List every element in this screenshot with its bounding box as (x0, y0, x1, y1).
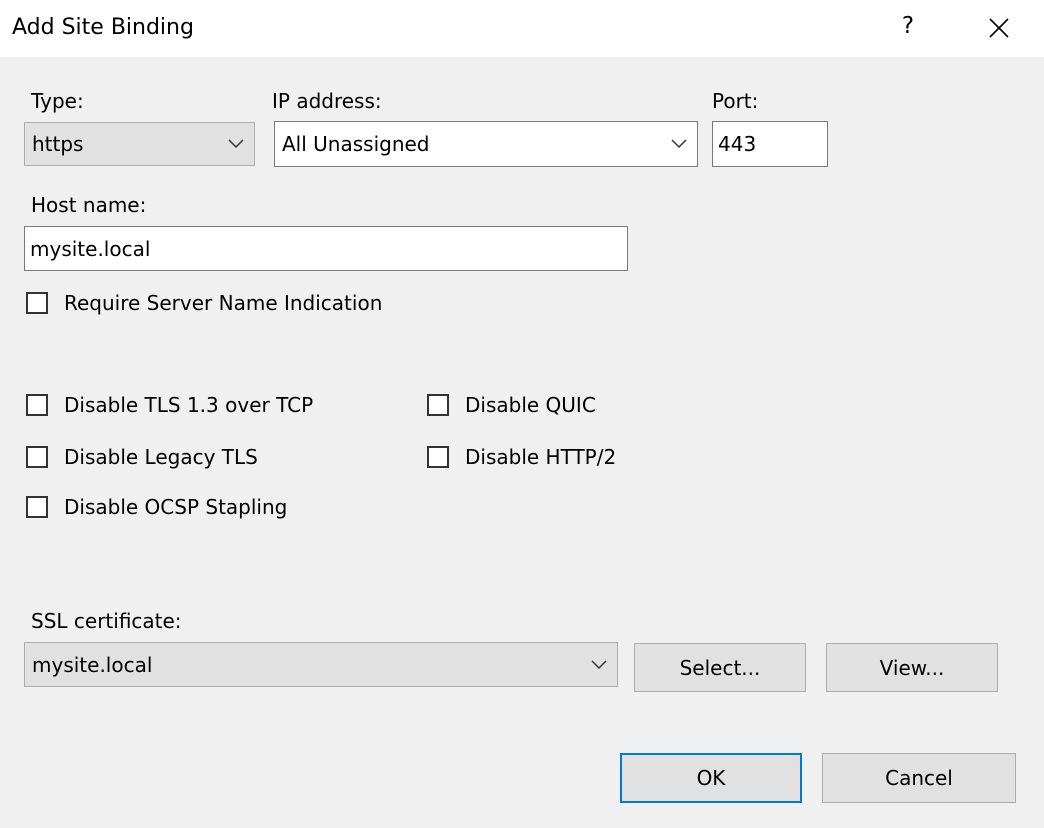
checkbox-box[interactable] (427, 394, 449, 416)
checkbox-box[interactable] (26, 446, 48, 468)
view-certificate-button[interactable]: View... (826, 643, 998, 692)
port-value: 443 (718, 132, 757, 156)
help-button[interactable]: ? (884, 6, 932, 50)
host-name-input[interactable]: mysite.local (24, 226, 628, 271)
require-sni-label: Require Server Name Indication (64, 291, 383, 315)
title-bar: Add Site Binding ? (0, 0, 1044, 57)
checkbox-box[interactable] (26, 496, 48, 518)
disable-tls13-label: Disable TLS 1.3 over TCP (64, 393, 314, 417)
ok-button[interactable]: OK (620, 753, 802, 803)
disable-ocsp-stapling-label: Disable OCSP Stapling (64, 495, 288, 519)
dialog-title: Add Site Binding (12, 15, 194, 40)
port-input[interactable]: 443 (712, 121, 828, 167)
disable-http2-label: Disable HTTP/2 (465, 445, 617, 469)
close-button[interactable] (975, 6, 1023, 50)
type-dropdown[interactable]: https (24, 122, 255, 166)
ssl-certificate-value: mysite.local (32, 652, 153, 677)
chevron-down-icon (228, 139, 244, 149)
disable-quic-label: Disable QUIC (465, 393, 596, 417)
disable-legacy-tls-label: Disable Legacy TLS (64, 445, 258, 469)
checkbox-box[interactable] (427, 446, 449, 468)
checkbox-box[interactable] (26, 394, 48, 416)
ip-address-label: IP address: (272, 89, 382, 113)
view-certificate-label: View... (879, 655, 945, 680)
select-certificate-label: Select... (679, 655, 761, 680)
host-name-label: Host name: (31, 193, 147, 217)
cancel-button[interactable]: Cancel (822, 753, 1016, 803)
chevron-down-icon (671, 139, 687, 149)
select-certificate-button[interactable]: Select... (634, 643, 806, 692)
chevron-down-icon (591, 659, 607, 669)
checkbox-box[interactable] (26, 292, 48, 314)
port-label: Port: (712, 89, 759, 113)
type-value: https (32, 132, 84, 156)
close-icon (989, 18, 1009, 38)
ip-address-value: All Unassigned (282, 132, 430, 156)
cancel-label: Cancel (885, 766, 953, 790)
type-label: Type: (31, 89, 84, 113)
ip-address-dropdown[interactable]: All Unassigned (274, 121, 698, 167)
ssl-certificate-dropdown[interactable]: mysite.local (24, 642, 618, 687)
ok-label: OK (696, 766, 726, 790)
ssl-certificate-label: SSL certificate: (31, 609, 182, 633)
host-name-value: mysite.local (30, 236, 151, 261)
